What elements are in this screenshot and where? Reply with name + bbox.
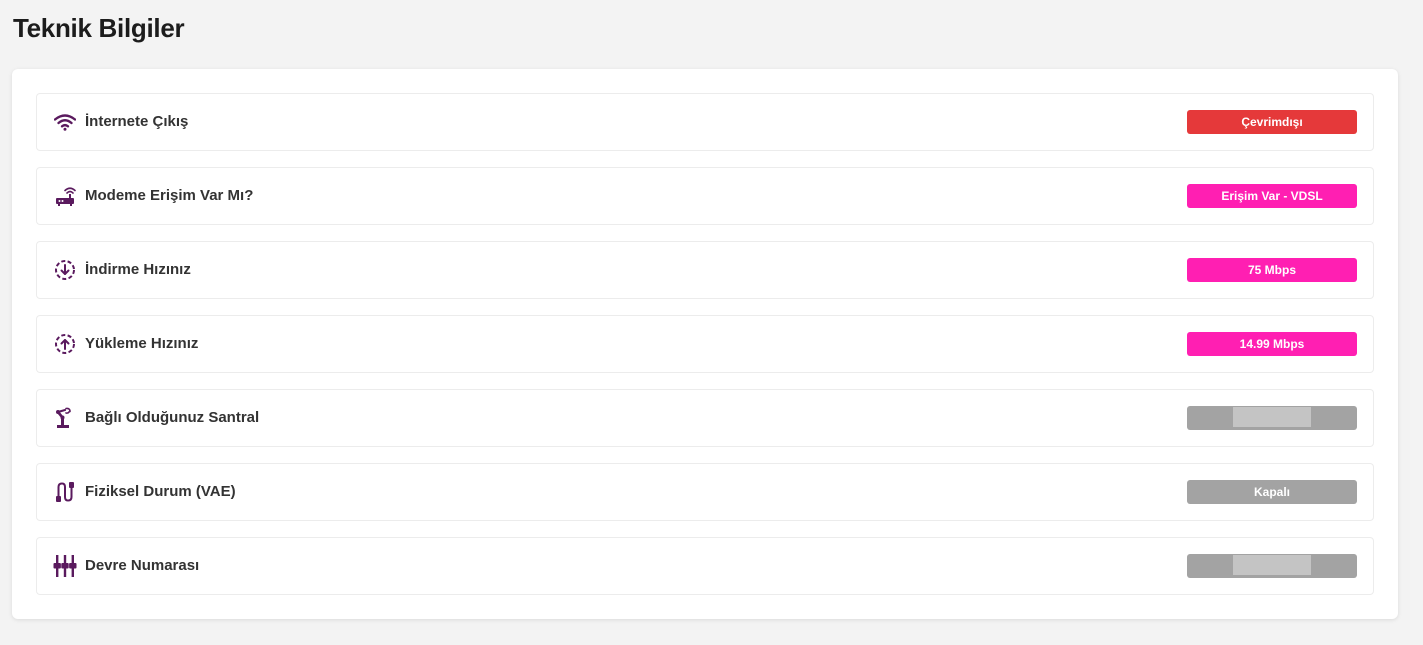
download-icon bbox=[53, 258, 77, 282]
row-label: Fiziksel Durum (VAE) bbox=[85, 483, 236, 500]
status-badge: Kapalı bbox=[1187, 480, 1357, 504]
row-label: Yükleme Hızınız bbox=[85, 335, 199, 352]
robot-arm-icon bbox=[53, 406, 77, 430]
redacted-value bbox=[1233, 407, 1311, 427]
technical-info-list: İnternete Çıkış Çevrimdışı Modeme Erişim… bbox=[36, 93, 1374, 611]
page-title: Teknik Bilgiler bbox=[13, 13, 185, 43]
row-modem-access: Modeme Erişim Var Mı? Erişim Var - VDSL bbox=[36, 167, 1374, 225]
status-badge bbox=[1187, 406, 1357, 430]
status-badge: 14.99 Mbps bbox=[1187, 332, 1357, 356]
row-circuit-number: Devre Numarası bbox=[36, 537, 1374, 595]
row-exchange: Bağlı Olduğunuz Santral bbox=[36, 389, 1374, 447]
row-label: Devre Numarası bbox=[85, 557, 200, 574]
status-badge: Erişim Var - VDSL bbox=[1187, 184, 1357, 208]
cable-icon bbox=[53, 480, 77, 504]
status-badge: 75 Mbps bbox=[1187, 258, 1357, 282]
row-label: İnternete Çıkış bbox=[85, 113, 189, 130]
upload-icon bbox=[53, 332, 77, 356]
wifi-icon bbox=[53, 110, 77, 134]
status-badge: Çevrimdışı bbox=[1187, 110, 1357, 134]
row-label: Bağlı Olduğunuz Santral bbox=[85, 409, 260, 426]
row-label: İndirme Hızınız bbox=[85, 261, 191, 278]
row-physical-status: Fiziksel Durum (VAE) Kapalı bbox=[36, 463, 1374, 521]
redacted-value bbox=[1233, 555, 1311, 575]
equalizer-icon bbox=[53, 554, 77, 578]
technical-info-card: İnternete Çıkış Çevrimdışı Modeme Erişim… bbox=[12, 69, 1398, 619]
row-upload-speed: Yükleme Hızınız 14.99 Mbps bbox=[36, 315, 1374, 373]
row-internet-access: İnternete Çıkış Çevrimdışı bbox=[36, 93, 1374, 151]
row-download-speed: İndirme Hızınız 75 Mbps bbox=[36, 241, 1374, 299]
row-label: Modeme Erişim Var Mı? bbox=[85, 187, 254, 204]
router-icon bbox=[53, 184, 77, 208]
status-badge bbox=[1187, 554, 1357, 578]
